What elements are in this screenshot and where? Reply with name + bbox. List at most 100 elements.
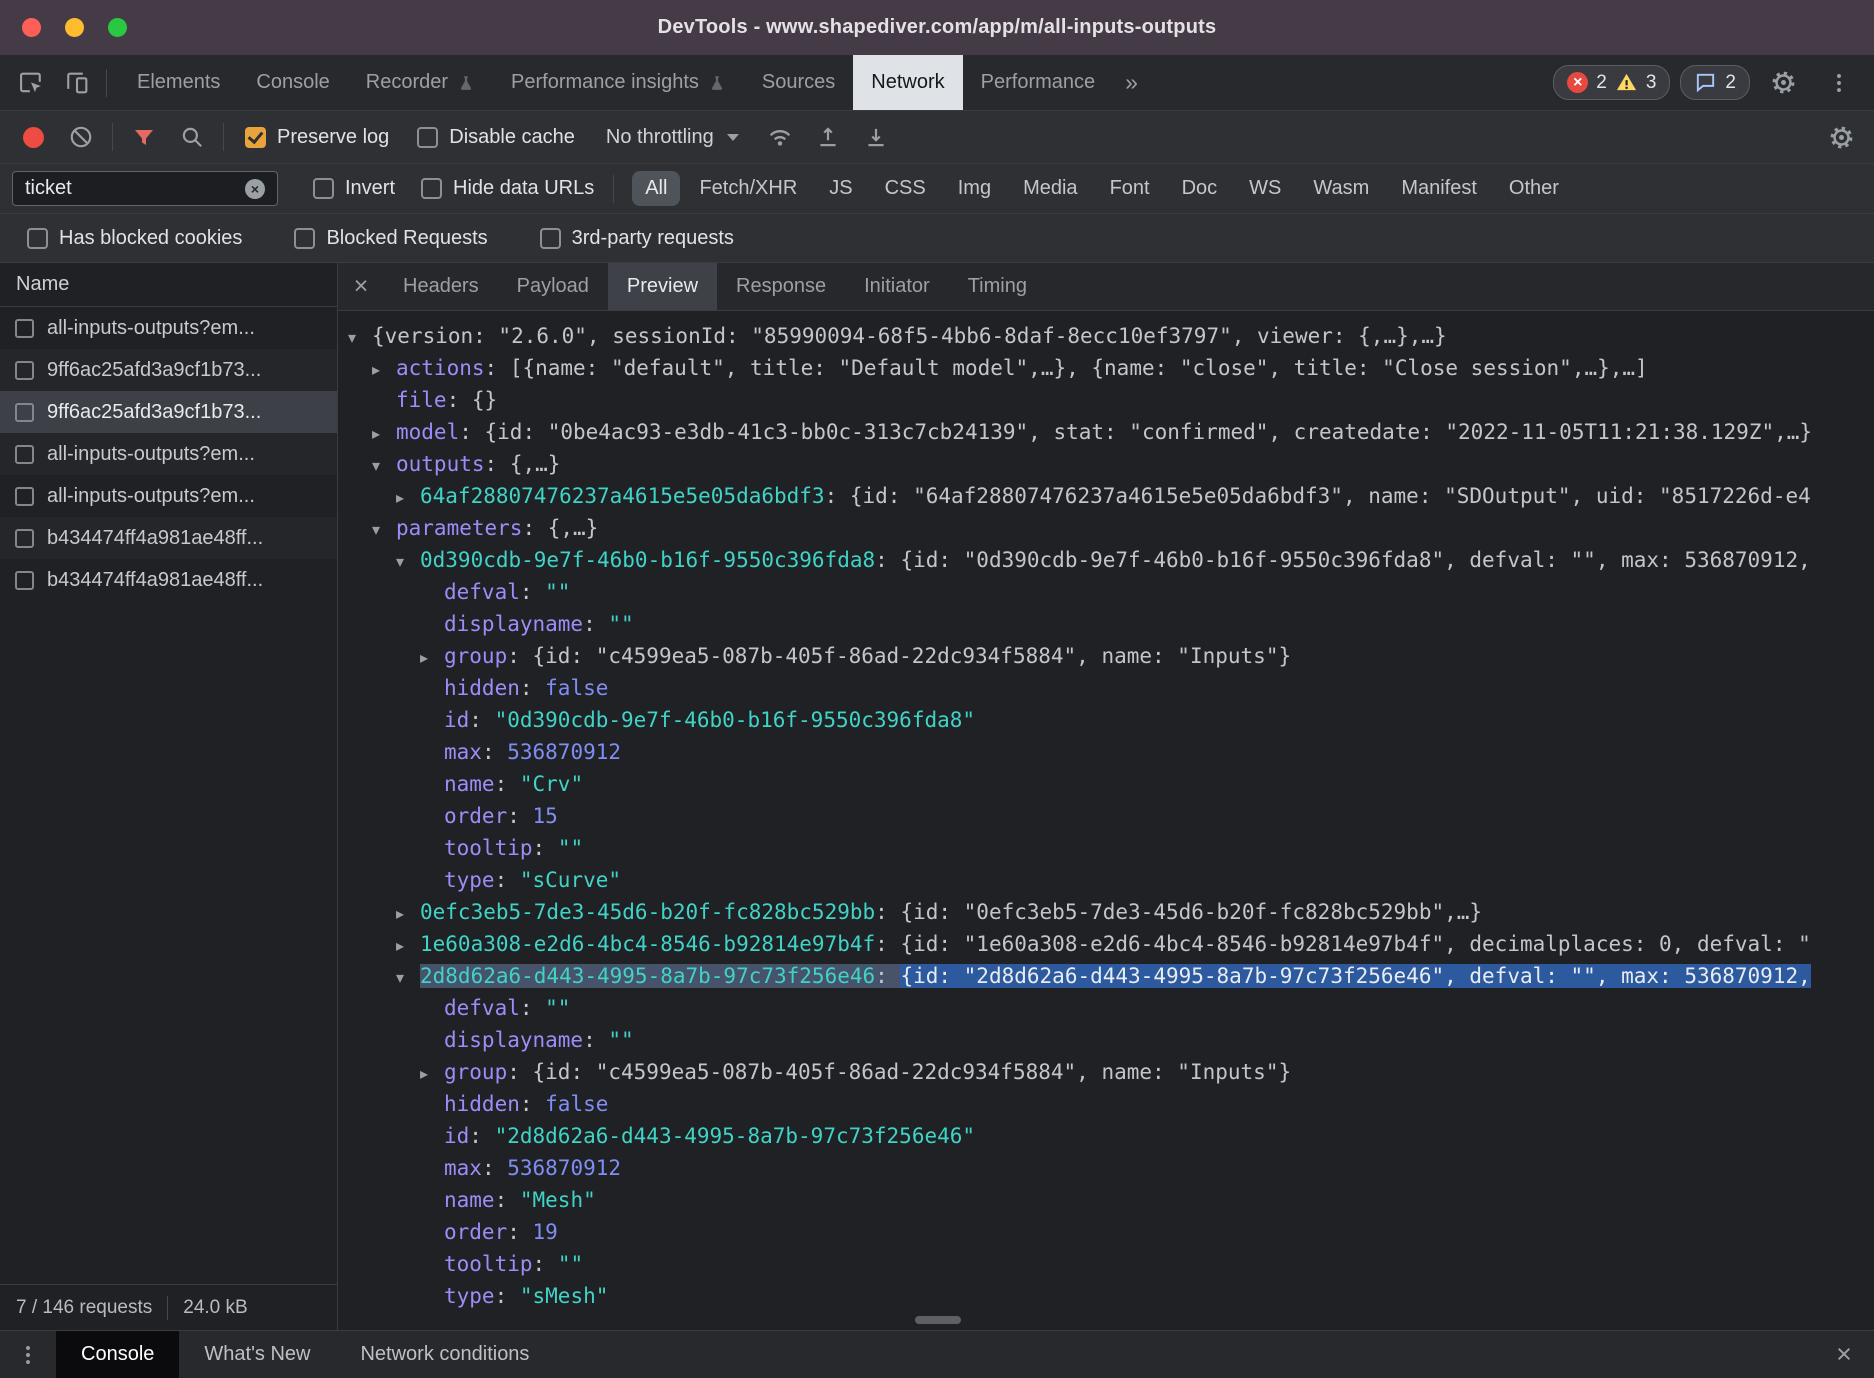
tree-line[interactable]: displayname: "" — [338, 608, 1874, 640]
preview-tab-initiator[interactable]: Initiator — [845, 263, 949, 310]
expand-arrow-icon[interactable]: ▸ — [372, 418, 396, 450]
collapse-arrow-icon[interactable]: ▾ — [396, 962, 420, 994]
tree-line[interactable]: ▸group: {id: "c4599ea5-087b-405f-86ad-22… — [338, 640, 1874, 672]
expand-arrow-icon[interactable]: ▸ — [396, 482, 420, 514]
tree-line[interactable]: hidden: false — [338, 672, 1874, 704]
requests-column-header[interactable]: Name — [0, 263, 337, 307]
request-row[interactable]: all-inputs-outputs?em... — [0, 475, 337, 517]
tree-line[interactable]: defval: "" — [338, 992, 1874, 1024]
expand-arrow-icon[interactable]: ▸ — [396, 930, 420, 962]
issues-badge[interactable]: 2 — [1680, 65, 1750, 100]
tree-line[interactable]: max: 536870912 — [338, 736, 1874, 768]
tab-performance-insights[interactable]: Performance insights — [493, 55, 744, 110]
request-row[interactable]: 9ff6ac25afd3a9cf1b73... — [0, 349, 337, 391]
settings-gear-icon[interactable] — [1760, 63, 1806, 103]
tab-console[interactable]: Console — [238, 55, 347, 110]
filter-type-js[interactable]: JS — [816, 171, 865, 206]
tree-line[interactable]: ▸actions: [{name: "default", title: "Def… — [338, 352, 1874, 384]
tab-sources[interactable]: Sources — [744, 55, 853, 110]
tree-line[interactable]: ▸group: {id: "c4599ea5-087b-405f-86ad-22… — [338, 1056, 1874, 1088]
close-window-button[interactable] — [22, 18, 41, 37]
filter-type-doc[interactable]: Doc — [1169, 171, 1231, 206]
throttling-select[interactable]: No throttling — [590, 126, 755, 149]
request-row[interactable]: all-inputs-outputs?em... — [0, 433, 337, 475]
tab-elements[interactable]: Elements — [119, 55, 238, 110]
tree-line[interactable]: hidden: false — [338, 1088, 1874, 1120]
collapse-arrow-icon[interactable]: ▾ — [372, 514, 396, 546]
tree-line[interactable]: type: "sMesh" — [338, 1280, 1874, 1312]
filter-type-img[interactable]: Img — [945, 171, 1004, 206]
tree-line[interactable]: ▾2d8d62a6-d443-4995-8a7b-97c73f256e46: {… — [338, 960, 1874, 992]
collapse-arrow-icon[interactable]: ▾ — [372, 450, 396, 482]
expand-arrow-icon[interactable]: ▸ — [372, 354, 396, 386]
tree-line[interactable]: id: "2d8d62a6-d443-4995-8a7b-97c73f256e4… — [338, 1120, 1874, 1152]
tree-line[interactable]: max: 536870912 — [338, 1152, 1874, 1184]
tree-line[interactable]: ▸1e60a308-e2d6-4bc4-8546-b92814e97b4f: {… — [338, 928, 1874, 960]
preserve-log-checkbox[interactable]: Preserve log — [232, 126, 402, 149]
filter-type-ws[interactable]: WS — [1236, 171, 1294, 206]
tree-line[interactable]: ▸0efc3eb5-7de3-45d6-b20f-fc828bc529bb: {… — [338, 896, 1874, 928]
horizontal-scrollbar[interactable] — [915, 1316, 961, 1324]
close-details-icon[interactable]: × — [338, 272, 384, 301]
collapse-arrow-icon[interactable]: ▾ — [348, 322, 372, 354]
has-blocked-cookies-checkbox[interactable]: Has blocked cookies — [14, 227, 255, 250]
preview-tab-response[interactable]: Response — [717, 263, 845, 310]
clear-filter-icon[interactable]: × — [245, 179, 265, 199]
preview-tab-preview[interactable]: Preview — [608, 263, 717, 310]
preview-tab-timing[interactable]: Timing — [949, 263, 1046, 310]
blocked-requests-checkbox[interactable]: Blocked Requests — [281, 227, 500, 250]
minimize-window-button[interactable] — [65, 18, 84, 37]
clear-network-log-button[interactable] — [58, 117, 104, 157]
tree-line[interactable]: order: 19 — [338, 1216, 1874, 1248]
tree-line[interactable]: file: {} — [338, 384, 1874, 416]
kebab-menu-icon[interactable] — [1816, 63, 1862, 103]
filter-type-all[interactable]: All — [632, 171, 680, 206]
more-tabs-button[interactable]: » — [1113, 69, 1150, 96]
filter-type-wasm[interactable]: Wasm — [1300, 171, 1382, 206]
invert-checkbox[interactable]: Invert — [300, 177, 408, 200]
filter-input[interactable]: ticket × — [12, 171, 278, 206]
filter-type-other[interactable]: Other — [1496, 171, 1572, 206]
filter-type-css[interactable]: CSS — [872, 171, 939, 206]
preview-tab-headers[interactable]: Headers — [384, 263, 498, 310]
tree-line[interactable]: order: 15 — [338, 800, 1874, 832]
request-row[interactable]: b434474ff4a981ae48ff... — [0, 517, 337, 559]
tree-line[interactable]: ▾0d390cdb-9e7f-46b0-b16f-9550c396fda8: {… — [338, 544, 1874, 576]
expand-arrow-icon[interactable]: ▸ — [396, 898, 420, 930]
filter-type-media[interactable]: Media — [1010, 171, 1090, 206]
preview-tab-payload[interactable]: Payload — [498, 263, 608, 310]
tree-line[interactable]: ▾{version: "2.6.0", sessionId: "85990094… — [338, 320, 1874, 352]
tree-line[interactable]: name: "Mesh" — [338, 1184, 1874, 1216]
inspect-element-icon[interactable] — [8, 63, 54, 103]
tree-line[interactable]: defval: "" — [338, 576, 1874, 608]
network-conditions-icon[interactable] — [757, 117, 803, 157]
hide-data-urls-checkbox[interactable]: Hide data URLs — [408, 177, 607, 200]
network-settings-gear-icon[interactable] — [1818, 117, 1864, 157]
tree-line[interactable]: name: "Crv" — [338, 768, 1874, 800]
errors-warnings-badge[interactable]: × 2 3 — [1553, 65, 1670, 100]
tree-line[interactable]: displayname: "" — [338, 1024, 1874, 1056]
filter-type-manifest[interactable]: Manifest — [1388, 171, 1490, 206]
search-icon[interactable] — [169, 117, 215, 157]
tree-line[interactable]: ▾parameters: {,…} — [338, 512, 1874, 544]
tree-line[interactable]: tooltip: "" — [338, 1248, 1874, 1280]
tab-recorder[interactable]: Recorder — [348, 55, 493, 110]
tree-line[interactable]: ▾outputs: {,…} — [338, 448, 1874, 480]
close-drawer-icon[interactable]: × — [1814, 1339, 1874, 1370]
disable-cache-checkbox[interactable]: Disable cache — [404, 126, 588, 149]
expand-arrow-icon[interactable]: ▸ — [420, 1058, 444, 1090]
filter-type-fetch-xhr[interactable]: Fetch/XHR — [686, 171, 810, 206]
device-toolbar-icon[interactable] — [54, 63, 100, 103]
drawer-tab-network-conditions[interactable]: Network conditions — [335, 1331, 554, 1378]
tree-line[interactable]: type: "sCurve" — [338, 864, 1874, 896]
expand-arrow-icon[interactable]: ▸ — [420, 642, 444, 674]
collapse-arrow-icon[interactable]: ▾ — [396, 546, 420, 578]
request-row[interactable]: b434474ff4a981ae48ff... — [0, 559, 337, 601]
tree-line[interactable]: id: "0d390cdb-9e7f-46b0-b16f-9550c396fda… — [338, 704, 1874, 736]
filter-type-font[interactable]: Font — [1097, 171, 1163, 206]
drawer-tab-console[interactable]: Console — [56, 1331, 179, 1378]
drawer-tab-what-s-new[interactable]: What's New — [179, 1331, 335, 1378]
tree-line[interactable]: ▸model: {id: "0be4ac93-e3db-41c3-bb0c-31… — [338, 416, 1874, 448]
tab-network[interactable]: Network — [853, 55, 962, 110]
import-har-icon[interactable] — [805, 117, 851, 157]
